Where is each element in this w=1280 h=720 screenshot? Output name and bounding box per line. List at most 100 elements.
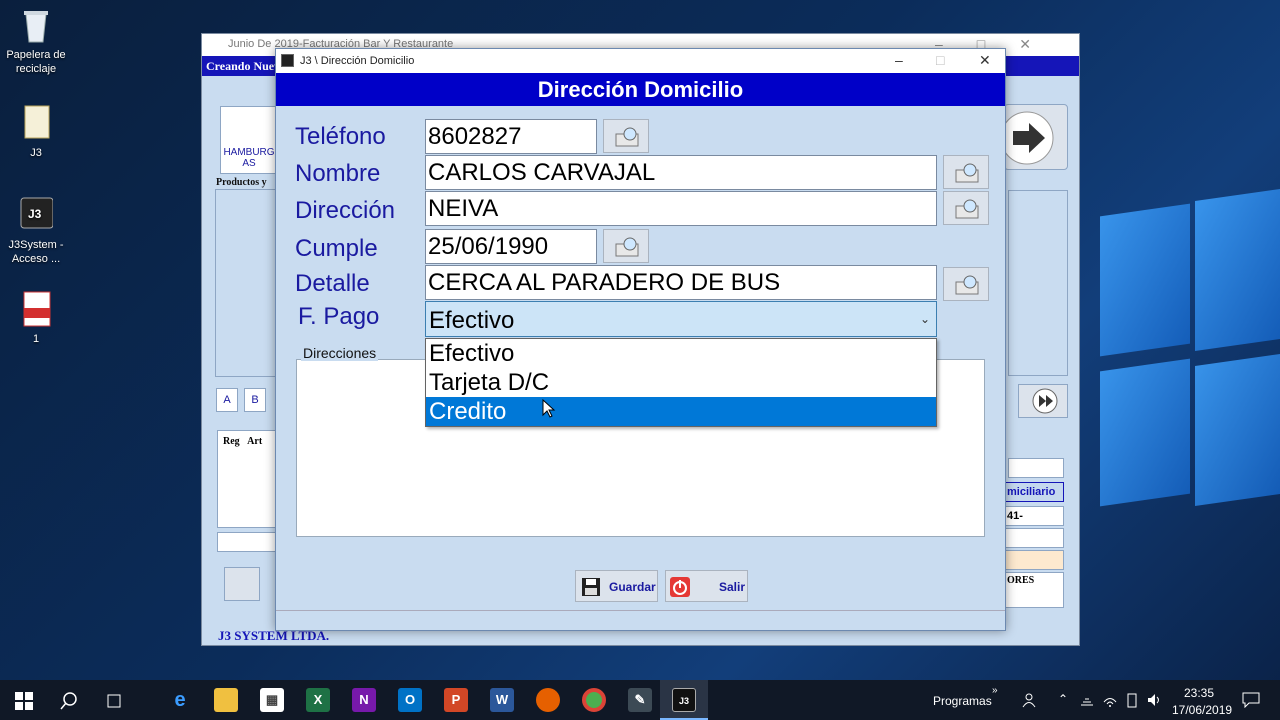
fpago-select[interactable]: Efectivo ⌄ [425, 301, 937, 337]
taskbar: e ▦ X N O P W ✎ J3 Programas » ⌃ 23:35 1… [0, 680, 1280, 720]
direcciones-label: Direcciones [301, 345, 379, 361]
wifi-icon[interactable] [1102, 692, 1118, 708]
telefono-label: Teléfono [295, 123, 386, 150]
notifications-icon[interactable] [1242, 692, 1260, 708]
direccion-field[interactable]: NEIVA [425, 191, 937, 226]
right-field-2: 41- [1002, 506, 1064, 526]
excel-icon[interactable]: X [306, 688, 330, 712]
fpago-option-credito[interactable]: Credito [426, 397, 936, 426]
recycle-bin-desktop-icon[interactable]: Papelera de reciclaje [0, 6, 72, 76]
fpago-dropdown-list[interactable]: Efectivo Tarjeta D/C Credito [425, 338, 937, 427]
file-explorer-icon[interactable] [214, 688, 238, 712]
right-field-5: ORES [1002, 572, 1064, 608]
clock-time[interactable]: 23:35 [1184, 686, 1214, 700]
fpago-option-tarjeta[interactable]: Tarjeta D/C [426, 368, 936, 397]
detalle-field[interactable]: CERCA AL PARADERO DE BUS [425, 265, 937, 300]
back-tool-button[interactable] [224, 567, 260, 601]
right-panel [1008, 190, 1068, 376]
nombre-search-button[interactable] [943, 155, 989, 189]
dialog-header: Dirección Domicilio [276, 73, 1005, 106]
next-big-button[interactable] [1000, 104, 1068, 170]
people-icon[interactable] [1022, 692, 1038, 708]
items-table: Reg Art [217, 430, 277, 528]
j3-label: J3 [30, 147, 42, 159]
direccion-domicilio-dialog: J3 \ Dirección Domicilio – □ ✕ Dirección… [275, 48, 1006, 631]
search-keyboard-icon [955, 199, 979, 219]
clock-date[interactable]: 17/06/2019 [1172, 703, 1232, 717]
salir-label: Salir [719, 580, 746, 594]
col-art: Art [247, 436, 263, 447]
j3-taskbar-icon: J3 [672, 688, 696, 712]
products-panel [215, 189, 277, 377]
edge-icon[interactable]: e [168, 688, 192, 712]
powerpoint-icon[interactable]: P [444, 688, 468, 712]
outlook-icon[interactable]: O [398, 688, 422, 712]
detalle-search-button[interactable] [943, 267, 989, 301]
mouse-cursor-icon [542, 399, 556, 418]
network-icon[interactable] [1080, 694, 1094, 706]
domiciliario-tab[interactable]: miciliario [1002, 482, 1064, 502]
telefono-field[interactable]: 8602827 [425, 119, 597, 154]
battery-icon[interactable] [1126, 692, 1138, 708]
chevron-right-icon[interactable]: » [992, 685, 998, 696]
fpago-selected-value: Efectivo [429, 307, 515, 334]
j3system-desktop-icon[interactable]: J3 J3System - Acceso ... [0, 196, 72, 266]
svg-text:J3: J3 [28, 207, 42, 221]
nombre-field[interactable]: CARLOS CARVAJAL [425, 155, 937, 190]
fast-forward-icon [1032, 388, 1058, 414]
letter-a-button[interactable]: A [216, 388, 238, 412]
right-field-3 [1002, 528, 1064, 548]
product-button[interactable]: HAMBURG AS [220, 106, 278, 174]
pdf-icon [19, 290, 53, 328]
fpago-label: F. Pago [298, 303, 380, 330]
chrome-icon[interactable] [582, 688, 606, 712]
telefono-search-button[interactable] [603, 119, 649, 153]
cumple-field[interactable]: 25/06/1990 [425, 229, 597, 264]
chevron-down-icon: ⌄ [919, 312, 930, 326]
guardar-button[interactable]: Guardar [575, 570, 658, 602]
volume-icon[interactable] [1146, 692, 1162, 708]
chevron-up-icon[interactable]: ⌃ [1058, 692, 1068, 706]
fast-forward-button[interactable] [1018, 384, 1068, 418]
onenote-icon[interactable]: N [352, 688, 376, 712]
maximize-icon[interactable]: □ [936, 52, 944, 68]
right-field-1 [1008, 458, 1064, 478]
j3-taskbar-item[interactable]: J3 [660, 680, 708, 720]
firefox-icon[interactable] [536, 688, 560, 712]
programas-label[interactable]: Programas [933, 694, 992, 708]
save-floppy-icon [582, 578, 600, 596]
product-label: HAMBURG AS [223, 147, 275, 169]
guardar-label: Guardar [609, 580, 656, 594]
cumple-search-button[interactable] [603, 229, 649, 263]
minimize-icon[interactable]: – [895, 52, 903, 68]
dialog-titlebar: J3 \ Dirección Domicilio – □ ✕ [276, 49, 1005, 73]
products-header: Productos y [216, 177, 267, 188]
close-icon[interactable]: ✕ [979, 52, 991, 69]
task-view-icon[interactable] [105, 692, 123, 710]
j3-folder-desktop-icon[interactable]: J3 [0, 104, 72, 160]
recycle-bin-label: Papelera de reciclaje [6, 49, 66, 75]
detalle-label: Detalle [295, 270, 370, 297]
search-icon[interactable] [60, 692, 78, 710]
search-keyboard-icon [615, 237, 639, 257]
pdf-label: 1 [32, 333, 40, 345]
j3system-label: J3System - Acceso ... [8, 239, 64, 265]
file-icon [19, 104, 53, 142]
store-icon[interactable]: ▦ [260, 688, 284, 712]
fpago-option-efectivo[interactable]: Efectivo [426, 339, 936, 368]
search-keyboard-icon [615, 127, 639, 147]
word-icon[interactable]: W [490, 688, 514, 712]
tool-app-icon[interactable]: ✎ [628, 688, 652, 712]
dialog-statusbar [276, 610, 1005, 630]
col-reg: Reg [223, 436, 240, 447]
j3-app-icon: J3 [19, 196, 54, 234]
salir-button[interactable]: Salir [665, 570, 748, 602]
power-icon [670, 577, 690, 597]
right-field-4 [1002, 550, 1064, 570]
windows-logo-wallpaper [1080, 189, 1280, 630]
pdf-desktop-icon[interactable]: 1 [0, 290, 72, 346]
letter-b-button[interactable]: B [244, 388, 266, 412]
windows-start-icon[interactable] [15, 692, 33, 710]
back-total-field [217, 532, 277, 552]
direccion-search-button[interactable] [943, 191, 989, 225]
